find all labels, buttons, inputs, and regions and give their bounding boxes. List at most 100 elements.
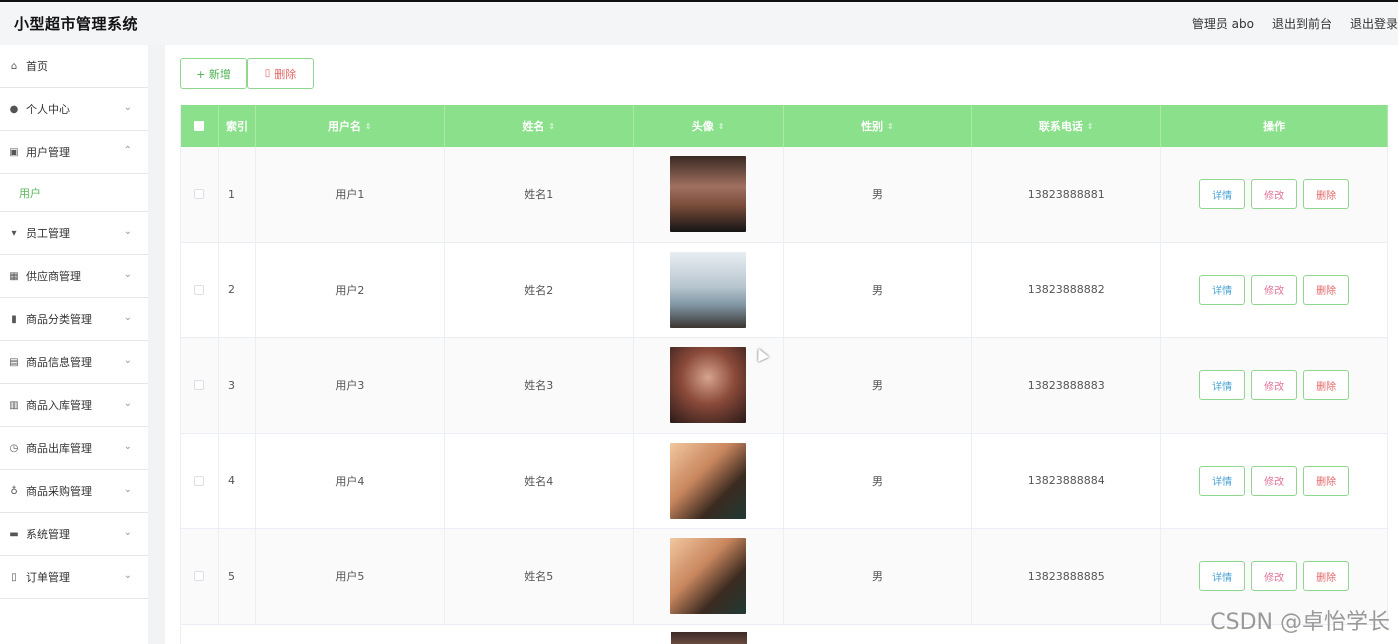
chevron-down-icon: ⌄ <box>123 355 132 366</box>
bulk-delete-label: 删除 <box>274 67 297 81</box>
row-index: 2 <box>219 242 256 337</box>
detail-button[interactable]: 详情 <box>1199 179 1246 210</box>
table-row: 1 用户1 姓名1 男 13823888881 详情 修改 删除 <box>181 147 1389 243</box>
sidebar-item-stock-in[interactable]: ▥ 商品入库管理 ⌄ <box>0 384 148 427</box>
header-username[interactable]: 用户名 ⇕ <box>256 105 445 147</box>
sidebar-item-label: 首页 <box>26 60 48 73</box>
sidebar-item-purchase[interactable]: ♁ 商品采购管理 ⌄ <box>0 470 148 513</box>
row-checkbox[interactable] <box>194 380 205 391</box>
header-name[interactable]: 姓名 ⇕ <box>445 105 634 147</box>
sidebar-item-product-info[interactable]: ▤ 商品信息管理 ⌄ <box>0 341 148 384</box>
grid-icon: ▦ <box>9 270 19 282</box>
delete-button[interactable]: 删除 <box>1303 465 1350 496</box>
sidebar-item-supplier[interactable]: ▦ 供应商管理 ⌄ <box>0 255 148 298</box>
edit-button[interactable]: 修改 <box>1251 179 1298 210</box>
row-gender: 男 <box>784 529 973 624</box>
row-index: 4 <box>219 433 256 528</box>
table-row: 5 用户5 姓名5 男 13823888885 详情 修改 删除 <box>181 529 1389 625</box>
row-checkbox[interactable] <box>194 571 205 582</box>
user-icon: ● <box>9 103 19 115</box>
row-username: 用户5 <box>256 529 445 624</box>
row-index: 5 <box>219 529 256 624</box>
chart-icon: ▣ <box>9 146 19 158</box>
header-avatar[interactable]: 头像 ⇕ <box>634 105 784 147</box>
row-name: 姓名3 <box>445 338 634 433</box>
sort-icon: ⇕ <box>548 121 556 131</box>
avatar <box>671 632 747 644</box>
admin-label: 管理员 abo <box>1191 17 1254 31</box>
sidebar: ⌂ 首页 ● 个人中心 ⌄ ▣ 用户管理 ⌃ 用户 ▾ 员工管理 ⌄ ▦ 供应商… <box>0 45 148 644</box>
delete-button[interactable]: 删除 <box>1303 561 1350 592</box>
sidebar-item-label: 系统管理 <box>26 528 70 541</box>
header-gender[interactable]: 性别 ⇕ <box>784 105 973 147</box>
row-checkbox[interactable] <box>194 284 205 295</box>
sidebar-item-label: 商品入库管理 <box>26 399 92 412</box>
sidebar-item-label: 用户管理 <box>26 146 70 159</box>
sidebar-item-orders[interactable]: ▯ 订单管理 ⌄ <box>0 556 148 599</box>
row-gender: 男 <box>784 147 973 242</box>
delete-button[interactable]: 删除 <box>1303 274 1350 305</box>
sidebar-item-user-mgmt[interactable]: ▣ 用户管理 ⌃ <box>0 131 148 174</box>
trash-icon: ▯ <box>264 68 271 79</box>
row-phone: 13823888885 <box>972 529 1162 624</box>
sidebar-item-category[interactable]: ▮ 商品分类管理 ⌄ <box>0 298 148 341</box>
select-all-checkbox[interactable] <box>181 105 219 147</box>
sidebar-item-label: 供应商管理 <box>26 270 81 283</box>
sidebar-item-stock-out[interactable]: ◷ 商品出库管理 ⌄ <box>0 427 148 470</box>
detail-button[interactable]: 详情 <box>1199 561 1246 592</box>
delete-button[interactable]: 删除 <box>1303 179 1350 210</box>
row-gender: 男 <box>784 242 973 337</box>
monitor-icon: ▬ <box>9 528 19 540</box>
table-row: 4 用户4 姓名4 男 13823888884 详情 修改 删除 <box>181 433 1389 529</box>
list-icon: ▥ <box>9 399 19 411</box>
avatar <box>670 156 747 233</box>
avatar <box>670 442 747 519</box>
sidebar-item-home[interactable]: ⌂ 首页 <box>0 45 148 88</box>
header-actions: 操作 <box>1161 105 1388 147</box>
row-index: 1 <box>219 147 256 242</box>
home-icon: ⌂ <box>10 60 18 72</box>
row-phone: 13823888882 <box>972 242 1162 337</box>
edit-button[interactable]: 修改 <box>1251 370 1298 401</box>
chevron-down-icon: ⌄ <box>123 269 132 280</box>
sidebar-subitem-user[interactable]: 用户 <box>0 174 148 212</box>
detail-button[interactable]: 详情 <box>1199 274 1246 305</box>
row-phone: 13823888884 <box>972 433 1162 528</box>
sidebar-item-system[interactable]: ▬ 系统管理 ⌄ <box>0 513 148 556</box>
bulk-delete-button[interactable]: ▯ 删除 <box>247 58 314 89</box>
sort-icon: ⇕ <box>887 121 894 131</box>
sidebar-item-label: 员工管理 <box>26 227 70 240</box>
top-bar: 小型超市管理系统 管理员 abo 退出到前台 退出登录 <box>0 0 1398 45</box>
edit-button[interactable]: 修改 <box>1251 561 1298 592</box>
delete-button[interactable]: 删除 <box>1303 370 1350 401</box>
edit-button[interactable]: 修改 <box>1251 274 1298 305</box>
row-gender: 男 <box>784 338 973 433</box>
sidebar-item-label: 商品信息管理 <box>26 356 92 369</box>
edit-button[interactable]: 修改 <box>1251 465 1298 496</box>
table-row: 2 用户2 姓名2 男 13823888882 详情 修改 删除 <box>181 242 1389 338</box>
sort-icon: ⇕ <box>365 121 372 131</box>
header-index: 索引 <box>219 105 256 147</box>
table-header: 索引 用户名 ⇕ 姓名 ⇕ 头像 ⇕ 性别 ⇕ 联系电话 ⇕ 操作 <box>181 105 1388 147</box>
mic-icon: ♁ <box>10 485 18 497</box>
row-name: 姓名1 <box>445 147 634 242</box>
table-row: 3 用户3 姓名3 男 13823888883 详情 修改 删除 <box>181 338 1389 434</box>
back-to-front-link[interactable]: 退出到前台 <box>1272 15 1332 32</box>
row-checkbox[interactable] <box>194 475 205 486</box>
row-checkbox[interactable] <box>194 189 205 200</box>
detail-button[interactable]: 详情 <box>1199 370 1246 401</box>
row-phone: 13823888883 <box>972 338 1162 433</box>
sort-icon: ⇕ <box>1086 121 1094 131</box>
sidebar-item-profile[interactable]: ● 个人中心 ⌄ <box>0 88 148 131</box>
row-name: 姓名4 <box>445 433 634 528</box>
bar-icon: ▮ <box>11 313 17 325</box>
user-table: 索引 用户名 ⇕ 姓名 ⇕ 头像 ⇕ 性别 ⇕ 联系电话 ⇕ 操作 1 用户1 姓名1 男… <box>180 105 1389 625</box>
detail-button[interactable]: 详情 <box>1199 465 1246 496</box>
logout-link[interactable]: 退出登录 <box>1350 15 1398 32</box>
sort-icon: ⇕ <box>717 121 725 131</box>
avatar <box>670 538 747 615</box>
add-button[interactable]: + 新增 <box>180 58 247 89</box>
header-phone[interactable]: 联系电话 ⇕ <box>972 105 1162 147</box>
sidebar-item-staff[interactable]: ▾ 员工管理 ⌄ <box>0 212 148 255</box>
watermark: CSDN @卓怡学长 <box>1210 610 1390 635</box>
